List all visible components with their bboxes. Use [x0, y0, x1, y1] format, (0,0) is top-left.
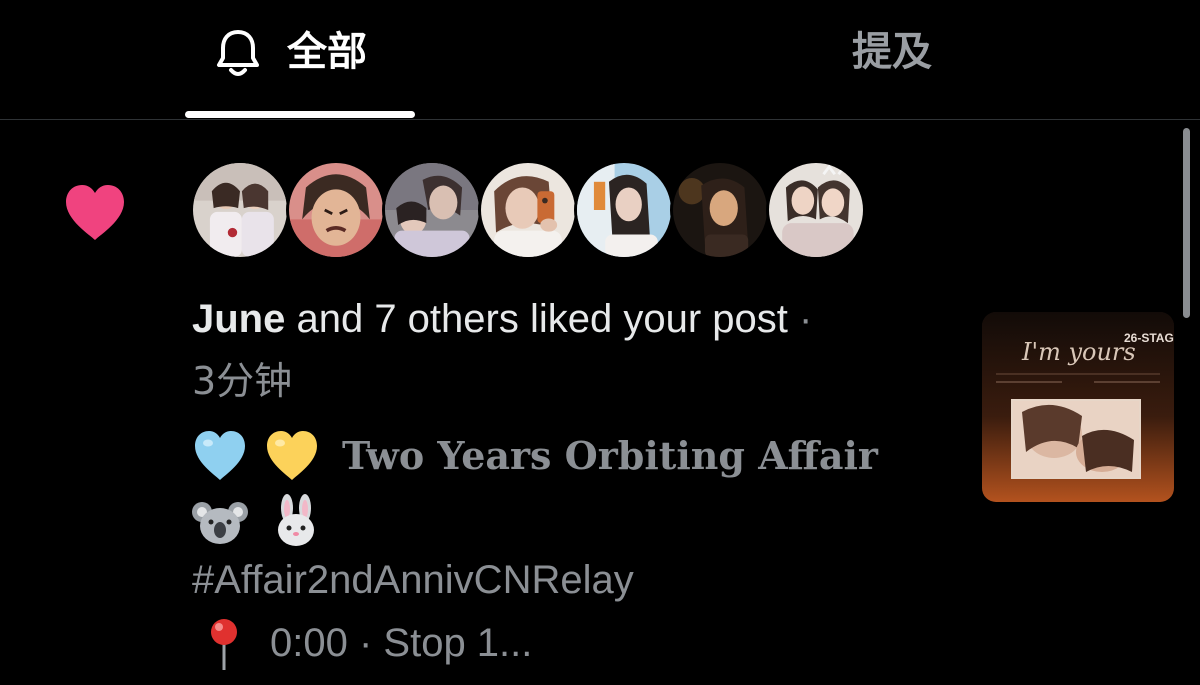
tabs-divider [0, 119, 1200, 120]
rabbit-face-icon [278, 494, 314, 546]
notification-tabs: 全部 提及 [0, 0, 1200, 120]
bell-icon [217, 30, 259, 76]
tab-all[interactable]: 全部 [185, 0, 415, 118]
scrollbar[interactable] [1183, 128, 1190, 318]
avatar[interactable] [382, 160, 482, 260]
thumbnail-script-text: I'm yours [1021, 338, 1136, 366]
active-tab-indicator [185, 111, 415, 118]
liker-avatars [190, 160, 880, 264]
heart-icon [66, 185, 124, 240]
yellow-heart-icon [267, 431, 317, 480]
thumbnail-stage-text: 26-STAGE [1124, 331, 1174, 345]
timestamp: 3分钟 [192, 359, 293, 403]
post-location-text: 0:00 · Stop 1... [270, 621, 533, 665]
avatar[interactable] [670, 160, 770, 260]
avatar[interactable] [766, 160, 866, 260]
post-thumbnail[interactable]: I'm yours 26-STAGE [982, 312, 1174, 502]
like-summary: June and 7 others liked your post · [192, 292, 952, 346]
post-hashtag[interactable]: #Affair2ndAnnivCNRelay [192, 554, 634, 606]
post-title: Two Years Orbiting Affair [342, 433, 878, 478]
liker-name[interactable]: June [192, 297, 285, 341]
avatar[interactable] [190, 160, 290, 260]
tab-all-label: 全部 [287, 29, 367, 75]
tab-mentions-label: 提及 [852, 29, 932, 75]
post-title-line: Two Years Orbiting Affair [192, 426, 952, 486]
avatar[interactable] [478, 160, 578, 260]
post-location-line: 0:00 · Stop 1... [192, 614, 692, 674]
round-pushpin-icon [211, 619, 237, 670]
summary-text: and 7 others liked your post [285, 297, 788, 341]
koala-icon [192, 502, 248, 544]
tab-mentions[interactable]: 提及 [800, 0, 1000, 118]
summary-separator: · [787, 297, 813, 341]
post-emoji-line [192, 494, 392, 550]
light-blue-heart-icon [195, 431, 245, 480]
avatar[interactable] [286, 160, 386, 260]
avatar[interactable] [574, 160, 674, 260]
